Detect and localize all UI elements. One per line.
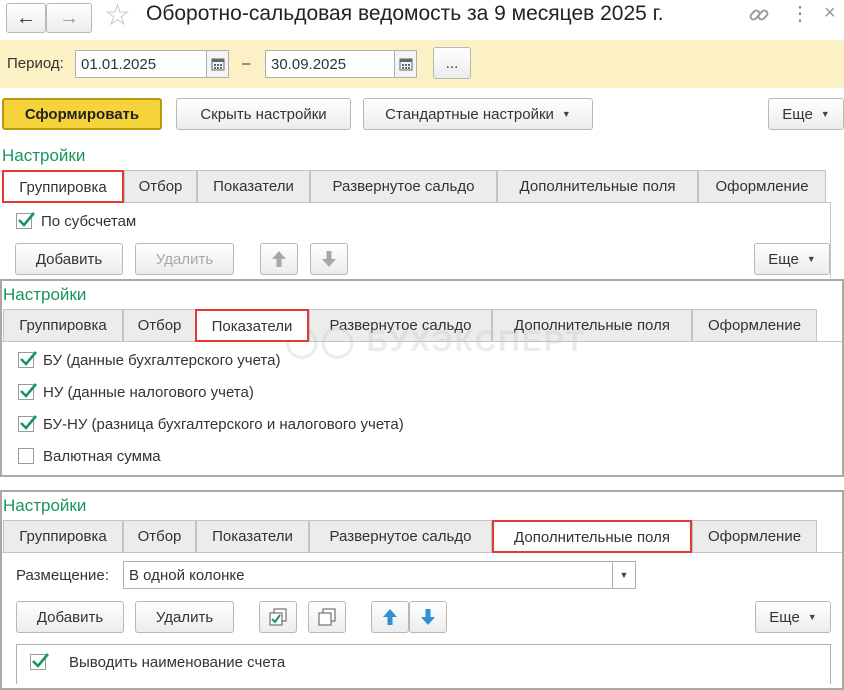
uncheck-all-button[interactable] bbox=[308, 601, 346, 633]
check-icon bbox=[20, 415, 37, 430]
period-separator: – bbox=[242, 55, 251, 72]
panel1-title: Настройки bbox=[2, 146, 86, 165]
period-to-calendar-button[interactable] bbox=[395, 50, 417, 78]
standard-settings-button[interactable]: Стандартные настройки ▼ bbox=[363, 98, 593, 130]
panel3-tab-grouping[interactable]: Группировка bbox=[3, 520, 123, 552]
arrow-up-icon bbox=[383, 609, 397, 625]
panel1-more-button[interactable]: Еще ▼ bbox=[754, 243, 830, 275]
by-subaccounts-checkbox[interactable] bbox=[16, 212, 35, 229]
panel3-tab-filter[interactable]: Отбор bbox=[123, 520, 196, 552]
period-from-calendar-button[interactable] bbox=[207, 50, 229, 78]
panel3-add-button[interactable]: Добавить bbox=[16, 601, 124, 633]
panel3-tab-appearance[interactable]: Оформление bbox=[692, 520, 817, 552]
indicator-bu-label: БУ (данные бухгалтерского учета) bbox=[43, 352, 281, 369]
arrow-down-icon bbox=[322, 251, 336, 267]
chevron-down-icon: ▼ bbox=[561, 109, 571, 119]
check-icon bbox=[18, 212, 35, 227]
panel3-title: Настройки bbox=[3, 496, 87, 515]
panel1-tab-additional-fields[interactable]: Дополнительные поля bbox=[497, 170, 698, 202]
panel1-delete-button[interactable]: Удалить bbox=[135, 243, 234, 275]
panel3-tab-indicators[interactable]: Показатели bbox=[196, 520, 309, 552]
indicator-bu-checkbox[interactable] bbox=[18, 351, 37, 368]
kebab-menu-icon[interactable]: ⋮ bbox=[790, 4, 810, 24]
generate-button[interactable]: Сформировать bbox=[2, 98, 162, 130]
indicator-currency-checkbox[interactable] bbox=[18, 448, 34, 464]
favorite-star-icon[interactable]: ☆ bbox=[104, 0, 131, 32]
chevron-down-icon: ▼ bbox=[807, 612, 817, 622]
panel1-tab-indicators[interactable]: Показатели bbox=[197, 170, 310, 202]
show-account-name-checkbox[interactable] bbox=[30, 653, 49, 670]
panel1-add-button[interactable]: Добавить bbox=[15, 243, 123, 275]
arrow-right-icon: → bbox=[59, 6, 79, 29]
check-icon bbox=[32, 653, 49, 668]
panel2-tab-indicators[interactable]: Показатели bbox=[195, 309, 309, 342]
panel3-move-up-button[interactable] bbox=[371, 601, 409, 633]
panel2-tabs: Группировка Отбор Показатели Развернутое… bbox=[3, 309, 833, 342]
indicator-nu-label: НУ (данные налогового учета) bbox=[43, 384, 254, 401]
indicator-nu-checkbox[interactable] bbox=[18, 383, 37, 400]
panel2-tab-filter[interactable]: Отбор bbox=[123, 309, 196, 341]
indicator-bu-nu-label: БУ-НУ (разница бухгалтерского и налогово… bbox=[43, 416, 404, 433]
panel1-move-down-button[interactable] bbox=[310, 243, 348, 275]
link-icon[interactable] bbox=[748, 4, 770, 26]
period-from-input[interactable]: 01.01.2025 bbox=[75, 50, 207, 78]
panel2-tab-grouping[interactable]: Группировка bbox=[3, 309, 123, 341]
check-icon bbox=[20, 351, 37, 366]
panel3-delete-button[interactable]: Удалить bbox=[135, 601, 234, 633]
chevron-down-icon: ▼ bbox=[619, 570, 629, 580]
panel1-more-label: Еще bbox=[768, 250, 799, 268]
check-icon bbox=[20, 383, 37, 398]
period-to-input[interactable]: 30.09.2025 bbox=[265, 50, 395, 78]
panel2-title: Настройки bbox=[3, 285, 87, 304]
panel1-tab-appearance[interactable]: Оформление bbox=[698, 170, 826, 202]
arrow-down-icon bbox=[421, 609, 435, 625]
calendar-icon bbox=[211, 58, 224, 71]
window-title: Оборотно-сальдовая ведомость за 9 месяце… bbox=[146, 2, 664, 25]
calendar-icon bbox=[399, 58, 412, 71]
forward-button[interactable]: → bbox=[46, 3, 92, 33]
hide-settings-button[interactable]: Скрыть настройки bbox=[176, 98, 351, 130]
uncheck-all-icon bbox=[318, 608, 336, 626]
toolbar-more-button[interactable]: Еще ▼ bbox=[768, 98, 844, 130]
placement-label: Размещение: bbox=[16, 567, 109, 584]
check-all-icon bbox=[269, 608, 287, 626]
panel3-tabs: Группировка Отбор Показатели Развернутое… bbox=[3, 520, 833, 553]
panel2-tab-detailed-balance[interactable]: Развернутое сальдо bbox=[309, 309, 492, 341]
check-all-button[interactable] bbox=[259, 601, 297, 633]
by-subaccounts-label: По субсчетам bbox=[41, 213, 137, 230]
panel2-tab-additional-fields[interactable]: Дополнительные поля bbox=[492, 309, 692, 341]
panel1-tab-filter[interactable]: Отбор bbox=[124, 170, 197, 202]
placement-dropdown-button[interactable]: ▼ bbox=[612, 561, 636, 589]
placement-select[interactable]: В одной колонке bbox=[123, 561, 613, 589]
panel1-move-up-button[interactable] bbox=[260, 243, 298, 275]
panel1-tab-grouping[interactable]: Группировка bbox=[2, 170, 124, 203]
panel1-tab-detailed-balance[interactable]: Развернутое сальдо bbox=[310, 170, 497, 202]
panel3-more-label: Еще bbox=[769, 608, 800, 626]
chevron-down-icon: ▼ bbox=[820, 109, 830, 119]
close-icon[interactable]: × bbox=[824, 2, 836, 24]
show-account-name-label: Выводить наименование счета bbox=[69, 654, 286, 671]
period-label: Период: bbox=[7, 55, 64, 72]
chevron-down-icon: ▼ bbox=[806, 254, 816, 264]
panel3-move-down-button[interactable] bbox=[409, 601, 447, 633]
arrow-up-icon bbox=[272, 251, 286, 267]
indicator-bu-nu-checkbox[interactable] bbox=[18, 415, 37, 432]
panel1-tabs: Группировка Отбор Показатели Развернутое… bbox=[2, 170, 832, 203]
panel3-tab-additional-fields[interactable]: Дополнительные поля bbox=[492, 520, 692, 553]
indicator-currency-label: Валютная сумма bbox=[43, 448, 161, 465]
toolbar-more-label: Еще bbox=[782, 105, 813, 123]
back-button[interactable]: ← bbox=[6, 3, 46, 33]
arrow-left-icon: ← bbox=[16, 6, 36, 29]
panel2-tab-appearance[interactable]: Оформление bbox=[692, 309, 817, 341]
period-select-button[interactable]: ... bbox=[433, 47, 471, 79]
panel3-tab-detailed-balance[interactable]: Развернутое сальдо bbox=[309, 520, 492, 552]
panel3-more-button[interactable]: Еще ▼ bbox=[755, 601, 831, 633]
standard-settings-label: Стандартные настройки bbox=[385, 105, 554, 123]
